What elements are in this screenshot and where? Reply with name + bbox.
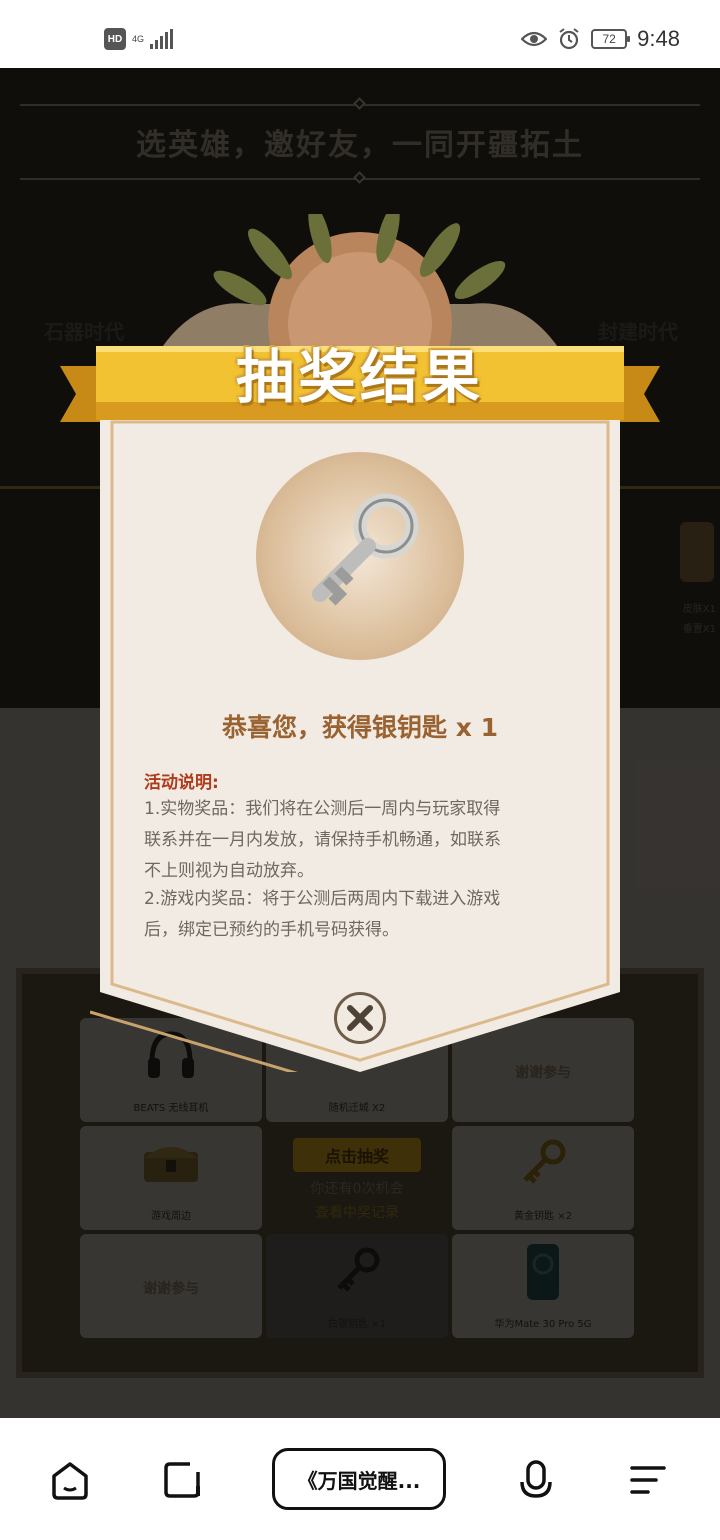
page-slogan: 选英雄，邀好友，一同开疆拓土 bbox=[136, 128, 584, 163]
close-icon bbox=[347, 1005, 373, 1031]
thanks-text: 谢谢参与 bbox=[143, 1281, 199, 1297]
side-peek-text: 皮肤X1 bbox=[682, 604, 716, 615]
divider-diamond bbox=[353, 97, 366, 110]
draw-button[interactable]: 点击抽奖 bbox=[293, 1138, 421, 1172]
description-line: 联系并在一月内发放，请保持手机畅通，如联系 bbox=[144, 830, 501, 850]
prize-label: 黄金钥匙 ×2 bbox=[514, 1211, 572, 1222]
menu-icon bbox=[630, 1466, 666, 1494]
microphone-icon bbox=[520, 1460, 552, 1498]
prize-cell: 游戏周边 bbox=[80, 1126, 262, 1230]
prize-label: 游戏周边 bbox=[151, 1211, 191, 1222]
eye-icon bbox=[521, 31, 548, 47]
scroll-icon bbox=[680, 522, 714, 582]
prize-cell: 谢谢参与 bbox=[80, 1234, 262, 1338]
prize-badge bbox=[256, 452, 464, 660]
tabs-button[interactable] bbox=[158, 1456, 206, 1504]
side-peek-text: 垂置X1 bbox=[682, 624, 716, 635]
silver-key-icon bbox=[337, 1247, 380, 1292]
home-icon bbox=[52, 1462, 88, 1500]
prize-cell: 华为Mate 30 Pro 5G bbox=[452, 1234, 634, 1338]
voice-button[interactable] bbox=[512, 1456, 560, 1504]
close-button[interactable] bbox=[334, 992, 386, 1044]
phone-icon bbox=[527, 1244, 559, 1300]
record-link[interactable]: 查看中奖记录 bbox=[315, 1202, 399, 1222]
network-type: 4G bbox=[132, 33, 145, 44]
silver-key-icon bbox=[312, 493, 419, 606]
home-button[interactable] bbox=[46, 1456, 94, 1504]
battery-indicator: 72 bbox=[591, 29, 631, 49]
status-left: HD 4G bbox=[104, 28, 174, 50]
clock: 9:48 bbox=[637, 26, 680, 51]
modal-title: 抽奖结果 bbox=[235, 343, 484, 411]
prize-cell: 黄金钥匙 ×2 bbox=[452, 1126, 634, 1230]
bottom-navigation: 《万国觉醒... bbox=[0, 1418, 720, 1540]
menu-button[interactable] bbox=[624, 1456, 672, 1504]
prize-label: 随机迁城 X2 bbox=[328, 1103, 386, 1114]
congrats-text: 恭喜您，获得银钥匙 x 1 bbox=[222, 713, 498, 742]
description-line: 1.实物奖品：我们将在公测后一周内与玩家取得 bbox=[144, 799, 501, 819]
alarm-icon bbox=[559, 28, 579, 50]
prize-label: 白银钥匙 ×1 bbox=[328, 1319, 386, 1330]
prize-cell-selected: 白银钥匙 ×1 bbox=[266, 1234, 448, 1338]
chest-icon bbox=[144, 1147, 198, 1182]
description-line: 2.游戏内奖品：将于公测后两周内下载进入游戏 bbox=[144, 889, 501, 909]
gold-key-icon bbox=[523, 1139, 566, 1184]
page-title-button[interactable]: 《万国觉醒... bbox=[272, 1448, 446, 1510]
status-right: 72 9:48 bbox=[521, 26, 680, 52]
chance-count: 你还有0次机会 bbox=[310, 1181, 404, 1197]
prize-label: BEATS 无线耳机 bbox=[133, 1103, 209, 1114]
hd-badge: HD bbox=[104, 28, 126, 50]
draw-panel: 点击抽奖 你还有0次机会 查看中奖记录 bbox=[266, 1130, 448, 1234]
side-prize-peek: 皮肤X1 垂置X1 bbox=[676, 520, 720, 650]
divider-diamond bbox=[353, 171, 366, 184]
description-title: 活动说明: bbox=[144, 773, 219, 793]
tabs-icon bbox=[164, 1462, 200, 1498]
description-line: 后，绑定已预约的手机号码获得。 bbox=[144, 920, 399, 940]
description-line: 不上则视为自动放弃。 bbox=[144, 861, 314, 881]
signal-icon bbox=[150, 29, 174, 49]
status-bar: HD 4G 72 9:48 bbox=[0, 0, 720, 68]
prize-label: 华为Mate 30 Pro 5G bbox=[494, 1319, 592, 1330]
